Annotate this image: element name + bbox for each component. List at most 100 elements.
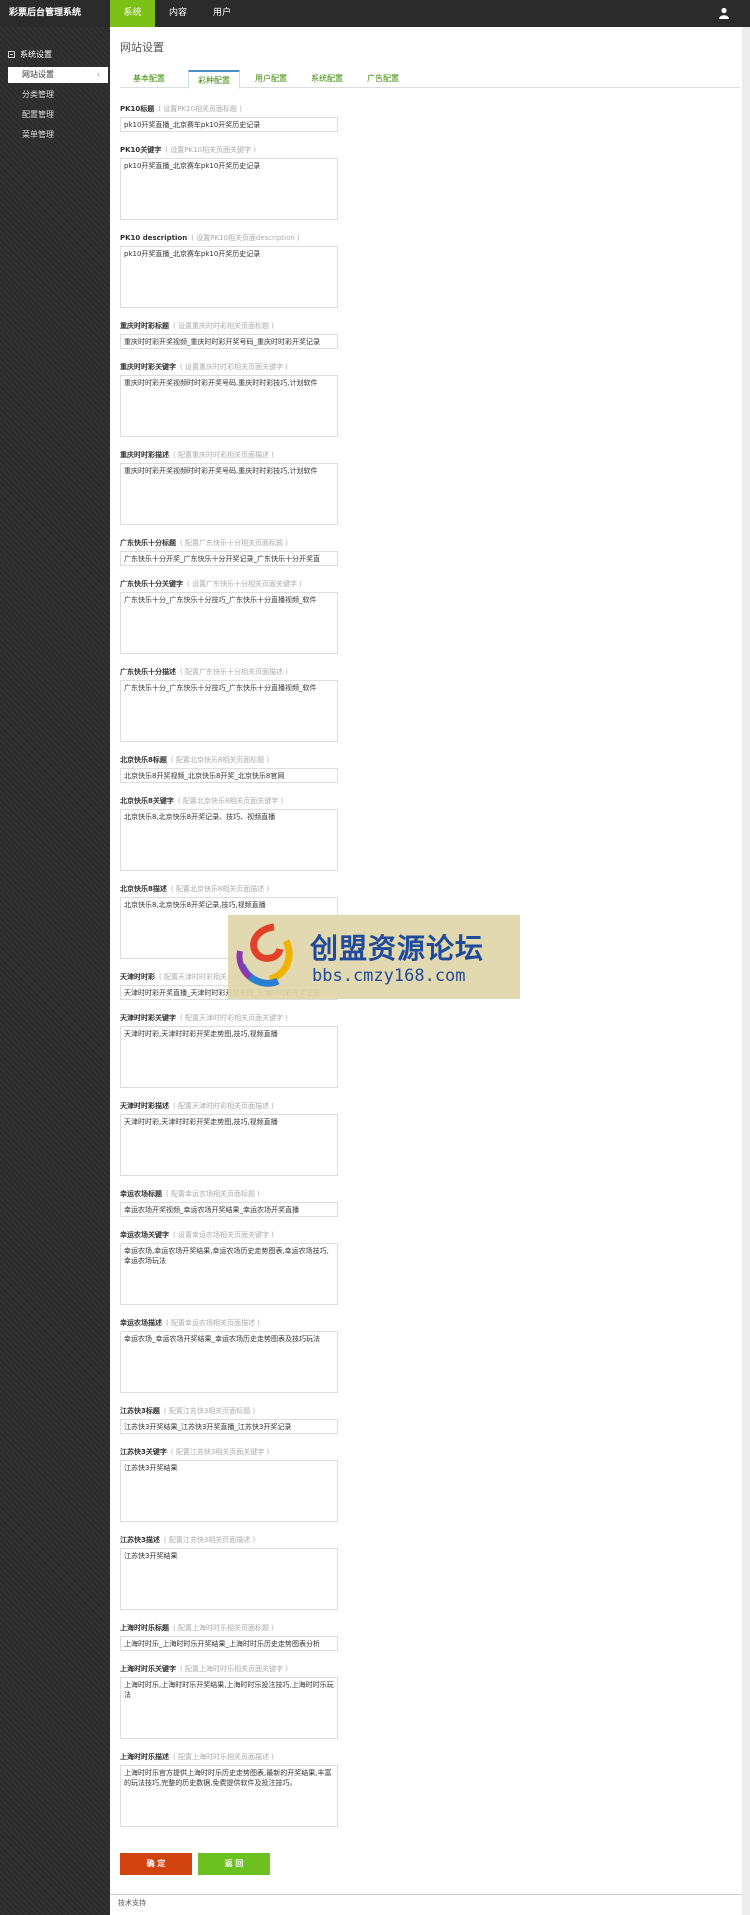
- field-hint: ( 配置北京快乐8相关页面标题 ): [170, 756, 270, 764]
- tab-ads[interactable]: 广告配置: [358, 70, 408, 88]
- field-label-text: 幸运农场关键字: [120, 1231, 169, 1239]
- jsk3-title-input[interactable]: 江苏快3开奖结果_江苏快3开奖直播_江苏快3开奖记录: [120, 1419, 338, 1434]
- field-label-text: 北京快乐8描述: [120, 885, 167, 893]
- tab-lottery[interactable]: 彩种配置: [188, 70, 240, 89]
- field-hint: ( 配置上海时时乐相关页面标题 ): [173, 1624, 274, 1632]
- field-label-text: 天津时时彩: [120, 973, 155, 981]
- confirm-button[interactable]: 确 定: [120, 1853, 192, 1875]
- shssl-description-textarea[interactable]: 上海时时乐官方提供上海时时乐历史走势图表,最新的开奖结果,丰富的玩法技巧,完整的…: [120, 1765, 338, 1827]
- field-hint: ( 配置北京快乐8相关页面关键字 ): [177, 797, 284, 805]
- sidebar-item-label: 网站设置: [22, 70, 54, 79]
- field-label-text: 天津时时彩关键字: [120, 1014, 176, 1022]
- field-hint: ( 设置PK10相关页面description ): [191, 234, 300, 242]
- pk10-description-label: PK10 description( 设置PK10相关页面description …: [120, 233, 300, 243]
- nav-tab-content[interactable]: 内容: [158, 0, 198, 27]
- sidebar-item-label: 菜单管理: [22, 130, 54, 139]
- field-label-text: 重庆时时彩标题: [120, 322, 169, 330]
- gdkl10-keywords-textarea[interactable]: 广东快乐十分_广东快乐十分技巧_广东快乐十分直播视频_软件: [120, 592, 338, 654]
- field-hint: ( 设置PK10相关页面标题 ): [158, 105, 242, 113]
- tab-user[interactable]: 用户配置: [247, 70, 295, 88]
- user-icon[interactable]: [718, 7, 730, 19]
- sidebar-item-category[interactable]: 分类管理: [8, 87, 108, 103]
- watermark-title: 创盟资源论坛: [310, 932, 485, 965]
- jsk3-description-textarea[interactable]: 江苏快3开奖结果: [120, 1548, 338, 1610]
- xync-keywords-textarea[interactable]: 幸运农场,幸运农场开奖结果,幸运农场历史走势图表,幸运农场技巧,幸运农场玩法: [120, 1243, 338, 1305]
- shssl-keywords-textarea[interactable]: 上海时时乐,上海时时乐开奖结果,上海时时乐投注技巧,上海时时乐玩法: [120, 1677, 338, 1739]
- xync-description-label: 幸运农场描述 ( 配置幸运农场相关页面描述 ): [120, 1318, 260, 1328]
- back-button[interactable]: 返 回: [198, 1853, 270, 1875]
- shssl-title-input[interactable]: 上海时时乐_上海时时乐开奖结果_上海时时乐历史走势图表分析: [120, 1636, 338, 1651]
- watermark-url: bbs.cmzy168.com: [312, 966, 466, 986]
- field-label-text: PK10关键字: [120, 146, 162, 154]
- bjkl8-description-label: 北京快乐8描述( 配置北京快乐8相关页面描述 ): [120, 884, 269, 894]
- pk10-keywords-textarea[interactable]: pk10开奖直播_北京赛车pk10开奖历史记录: [120, 158, 338, 220]
- field-label-text: 广东快乐十分标题: [120, 539, 176, 547]
- cqssc-keywords-textarea[interactable]: 重庆时时彩开奖视频时时彩开奖号码,重庆时时彩技巧,计划软件: [120, 375, 338, 437]
- cqssc-title-label: 重庆时时彩标题 ( 设置重庆时时彩相关页面标题 ): [120, 321, 274, 331]
- jsk3-keywords-textarea[interactable]: 江苏快3开奖结果: [120, 1460, 338, 1522]
- field-hint: ( 配置江苏快3相关页面关键字 ): [170, 1448, 270, 1456]
- field-label-text: 北京快乐8标题: [120, 756, 167, 764]
- tab-basic[interactable]: 基本配置: [125, 70, 173, 88]
- field-label-text: PK10 description: [120, 234, 188, 242]
- field-label-text: 广东快乐十分关键字: [120, 580, 183, 588]
- sidebar-item-config[interactable]: 配置管理: [8, 107, 108, 123]
- gdkl10-title-input[interactable]: 广东快乐十分开奖_广东快乐十分开奖记录_广东快乐十分开奖直: [120, 551, 338, 566]
- field-label-text: 江苏快3标题: [120, 1407, 160, 1415]
- top-bar: 彩票后台管理系统 系统 内容 用户: [0, 0, 750, 27]
- gdkl10-keywords-label: 广东快乐十分关键字 ( 设置广东快乐十分相关页面关键字 ): [120, 579, 302, 589]
- sidebar-section-header[interactable]: 系统设置: [8, 49, 52, 60]
- sidebar-section-label: 系统设置: [20, 50, 52, 59]
- field-hint: ( 设置重庆时时彩相关页面标题 ): [173, 322, 274, 330]
- jsk3-keywords-label: 江苏快3关键字( 配置江苏快3相关页面关键字 ): [120, 1447, 269, 1457]
- field-hint: ( 配置重庆时时彩相关页面描述 ): [173, 451, 274, 459]
- xync-title-input[interactable]: 幸运农场开奖视频_幸运农场开奖结果_幸运农场开奖直播: [120, 1202, 338, 1217]
- pk10-title-input[interactable]: pk10开奖直播_北京赛车pk10开奖历史记录: [120, 117, 338, 132]
- watermark: 创盟资源论坛 bbs.cmzy168.com: [228, 915, 520, 999]
- field-hint: ( 配置上海时时乐相关页面描述 ): [173, 1753, 274, 1761]
- field-hint: ( 设置重庆时时彩相关页面关键字 ): [180, 363, 288, 371]
- xync-description-textarea[interactable]: 幸运农场_幸运农场开奖结果_幸运农场历史走势图表及技巧玩法: [120, 1331, 338, 1393]
- footer-text: 技术支持: [118, 1899, 146, 1907]
- gdkl10-title-label: 广东快乐十分标题 ( 配置广东快乐十分相关页面标题 ): [120, 538, 288, 548]
- bjkl8-title-input[interactable]: 北京快乐8开奖视频_北京快乐8开奖_北京快乐8官网: [120, 768, 338, 783]
- tab-system[interactable]: 系统配置: [302, 70, 352, 88]
- settings-tabs: 基本配置 彩种配置 用户配置 系统配置 广告配置: [120, 70, 740, 89]
- field-label-text: 上海时时乐标题: [120, 1624, 169, 1632]
- pk10-description-textarea[interactable]: pk10开奖直播_北京赛车pk10开奖历史记录: [120, 246, 338, 308]
- xync-keywords-label: 幸运农场关键字 ( 设置幸运农场相关页面关键字 ): [120, 1230, 274, 1240]
- sidebar-item-menu[interactable]: 菜单管理: [8, 127, 108, 143]
- tjssc-description-textarea[interactable]: 天津时时彩,天津时时彩开奖走势图,技巧,视频直播: [120, 1114, 338, 1176]
- nav-tab-system[interactable]: 系统: [110, 0, 155, 27]
- field-hint: ( 配置江苏快3相关页面标题 ): [163, 1407, 256, 1415]
- bjkl8-keywords-textarea[interactable]: 北京快乐8,北京快乐8开奖记录、技巧、视频直播: [120, 809, 338, 871]
- nav-tab-user[interactable]: 用户: [202, 0, 242, 27]
- watermark-logo-icon: [236, 923, 293, 987]
- cqssc-description-label: 重庆时时彩描述 ( 配置重庆时时彩相关页面描述 ): [120, 450, 274, 460]
- field-label-text: 广东快乐十分描述: [120, 668, 176, 676]
- sidebar-item-label: 配置管理: [22, 110, 54, 119]
- field-hint: ( 配置广东快乐十分相关页面描述 ): [180, 668, 288, 676]
- bjkl8-keywords-label: 北京快乐8关键字( 配置北京快乐8相关页面关键字 ): [120, 796, 283, 806]
- field-hint: ( 配置北京快乐8相关页面描述 ): [170, 885, 270, 893]
- field-label-text: 天津时时彩描述: [120, 1102, 169, 1110]
- field-hint: ( 配置广东快乐十分相关页面标题 ): [180, 539, 288, 547]
- field-label-text: 上海时时乐描述: [120, 1753, 169, 1761]
- field-label-text: 江苏快3关键字: [120, 1448, 167, 1456]
- bjkl8-title-label: 北京快乐8标题( 配置北京快乐8相关页面标题 ): [120, 755, 269, 765]
- page-title: 网站设置: [120, 41, 164, 54]
- tjssc-keywords-textarea[interactable]: 天津时时彩,天津时时彩开奖走势图,技巧,视频直播: [120, 1026, 338, 1088]
- collapse-icon: [8, 51, 15, 58]
- cqssc-description-textarea[interactable]: 重庆时时彩开奖视频时时彩开奖号码,重庆时时彩技巧,计划软件: [120, 463, 338, 525]
- sidebar-item-site-settings[interactable]: 网站设置 ›: [8, 67, 108, 83]
- tjssc-keywords-label: 天津时时彩关键字 ( 配置天津时时彩相关页面关键字 ): [120, 1013, 288, 1023]
- field-hint: ( 配置幸运农场相关页面描述 ): [166, 1319, 260, 1327]
- cqssc-title-input[interactable]: 重庆时时彩开奖视频_重庆时时彩开奖号码_重庆时时彩开奖记录: [120, 334, 338, 349]
- field-hint: ( 配置上海时时乐相关页面关键字 ): [180, 1665, 288, 1673]
- gdkl10-description-textarea[interactable]: 广东快乐十分_广东快乐十分技巧_广东快乐十分直播视频_软件: [120, 680, 338, 742]
- field-label-text: 江苏快3描述: [120, 1536, 160, 1544]
- field-label-text: 重庆时时彩描述: [120, 451, 169, 459]
- scrollbar-track[interactable]: [742, 27, 750, 1915]
- shssl-description-label: 上海时时乐描述 ( 配置上海时时乐相关页面描述 ): [120, 1752, 274, 1762]
- xync-title-label: 幸运农场标题 ( 配置幸运农场相关页面标题 ): [120, 1189, 260, 1199]
